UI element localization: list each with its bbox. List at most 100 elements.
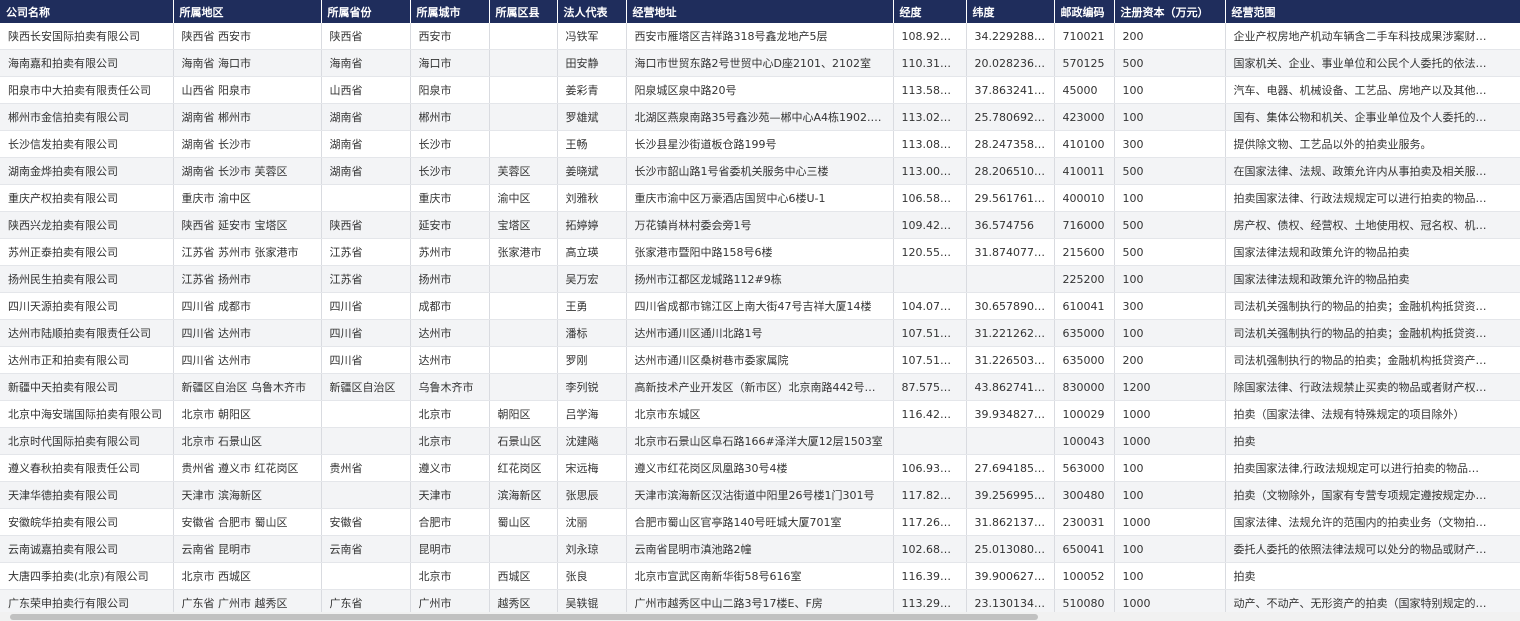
column-header-city[interactable]: 所属城市 <box>410 0 490 23</box>
latitude-cell: 28.20651081 <box>966 157 1055 185</box>
registered-capital-cell: 100 <box>1114 319 1226 347</box>
city-cell: 成都市 <box>410 292 490 320</box>
latitude-cell: 31.22650389 <box>966 346 1055 374</box>
scrollbar-thumb[interactable] <box>10 614 1038 620</box>
column-header-company-name[interactable]: 公司名称 <box>0 0 174 23</box>
business-scope-cell: 拍卖国家法律,行政法规规定可以进行拍卖的物品… <box>1225 454 1520 482</box>
province-cell <box>321 184 411 212</box>
city-cell: 昆明市 <box>410 535 490 563</box>
postcode-cell: 830000 <box>1054 373 1115 401</box>
address-cell: 北京市宣武区南新华街58号616室 <box>626 562 894 590</box>
region-cell: 江苏省 扬州市 <box>173 265 322 293</box>
address-cell: 长沙县星沙街道板仓路199号 <box>626 130 894 158</box>
address-cell: 高新技术产业开发区（新市区）北京南路442号新… <box>626 373 894 401</box>
registered-capital-cell: 200 <box>1114 346 1226 374</box>
table-row[interactable]: 陕西长安国际拍卖有限公司 陕西省 西安市 陕西省 西安市 冯铁军 西安市雁塔区吉祥路318… <box>0 23 1520 50</box>
postcode-cell: 410011 <box>1054 157 1115 185</box>
table-row[interactable]: 扬州民生拍卖有限公司 江苏省 扬州市 江苏省 扬州市 吴万宏 扬州市江都区龙城路112#9… <box>0 265 1520 293</box>
region-cell: 云南省 昆明市 <box>173 535 322 563</box>
column-header-legal-rep[interactable]: 法人代表 <box>557 0 627 23</box>
province-cell <box>321 562 411 590</box>
city-cell: 阳泉市 <box>410 76 490 104</box>
legal-rep-cell: 吴万宏 <box>557 265 627 293</box>
region-cell: 安徽省 合肥市 蜀山区 <box>173 508 322 536</box>
district-cell <box>489 265 558 293</box>
province-cell: 云南省 <box>321 535 411 563</box>
table-row[interactable]: 北京中海安瑞国际拍卖有限公司 北京市 朝阳区 北京市 朝阳区 吕学海 北京市东城区 116.… <box>0 400 1520 428</box>
column-header-address[interactable]: 经营地址 <box>626 0 894 23</box>
table-row[interactable]: 天津华德拍卖有限公司 天津市 滨海新区 天津市 滨海新区 张思辰 天津市滨海新区汉沽街道中… <box>0 481 1520 509</box>
latitude-cell: 25.78069249 <box>966 103 1055 131</box>
latitude-cell <box>966 427 1055 455</box>
table-row[interactable]: 大唐四季拍卖(北京)有限公司 北京市 西城区 北京市 西城区 张良 北京市宣武区南新华街5… <box>0 562 1520 590</box>
legal-rep-cell: 潘标 <box>557 319 627 347</box>
region-cell: 北京市 西城区 <box>173 562 322 590</box>
district-cell: 张家港市 <box>489 238 558 266</box>
table-row[interactable]: 重庆产权拍卖有限公司 重庆市 渝中区 重庆市 渝中区 刘雅秋 重庆市渝中区万豪酒店国贸中心… <box>0 184 1520 212</box>
table-row[interactable]: 达州市正和拍卖有限公司 四川省 达州市 四川省 达州市 罗刚 达州市通川区桑树巷市委家属院… <box>0 346 1520 374</box>
province-cell: 新疆区自治区 <box>321 373 411 401</box>
table-row[interactable]: 云南诚嘉拍卖有限公司 云南省 昆明市 云南省 昆明市 刘永琼 云南省昆明市滇池路2幢 102… <box>0 535 1520 563</box>
province-cell: 江苏省 <box>321 238 411 266</box>
column-header-province[interactable]: 所属省份 <box>321 0 411 23</box>
region-cell: 北京市 石景山区 <box>173 427 322 455</box>
column-header-business-scope[interactable]: 经营范围 <box>1225 0 1520 23</box>
city-cell: 扬州市 <box>410 265 490 293</box>
longitude-cell: 117.2625555 <box>893 508 967 536</box>
horizontal-scrollbar[interactable] <box>0 612 1520 621</box>
table-row[interactable]: 遵义春秋拍卖有限责任公司 贵州省 遵义市 红花岗区 贵州省 遵义市 红花岗区 宋远梅 遵义市… <box>0 454 1520 482</box>
registered-capital-cell: 200 <box>1114 23 1226 50</box>
table-row[interactable]: 陕西兴龙拍卖有限公司 陕西省 延安市 宝塔区 陕西省 延安市 宝塔区 拓婷婷 万花镇肖林村委… <box>0 211 1520 239</box>
district-cell: 渝中区 <box>489 184 558 212</box>
column-header-district[interactable]: 所属区县 <box>489 0 558 23</box>
company-name-cell: 扬州民生拍卖有限公司 <box>0 265 174 293</box>
company-name-cell: 云南诚嘉拍卖有限公司 <box>0 535 174 563</box>
column-header-region[interactable]: 所属地区 <box>173 0 322 23</box>
table-row[interactable]: 新疆中天拍卖有限公司 新疆区自治区 乌鲁木齐市 新疆区自治区 乌鲁木齐市 李列锐 高新技术… <box>0 373 1520 401</box>
column-header-postcode[interactable]: 邮政编码 <box>1054 0 1115 23</box>
table-row[interactable]: 湖南金烨拍卖有限公司 湖南省 长沙市 芙蓉区 湖南省 长沙市 芙蓉区 姜晓斌 长沙市韶山路1… <box>0 157 1520 185</box>
column-header-registered-capital[interactable]: 注册资本（万元） <box>1114 0 1226 23</box>
latitude-cell: 39.93482727 <box>966 400 1055 428</box>
latitude-cell: 37.86324149 <box>966 76 1055 104</box>
city-cell: 长沙市 <box>410 130 490 158</box>
column-header-longitude[interactable]: 经度 <box>893 0 967 23</box>
table-row[interactable]: 四川天源拍卖有限公司 四川省 成都市 四川省 成都市 王勇 四川省成都市锦江区上南大街47… <box>0 292 1520 320</box>
business-scope-cell: 国家法律法规和政策允许的物品拍卖 <box>1225 238 1520 266</box>
longitude-cell: 87.57515557 <box>893 373 967 401</box>
registered-capital-cell: 100 <box>1114 562 1226 590</box>
business-scope-cell: 拍卖国家法律、行政法规规定可以进行拍卖的物品… <box>1225 184 1520 212</box>
address-cell: 天津市滨海新区汉沽街道中阳里26号楼1门301号 <box>626 481 894 509</box>
table-row[interactable]: 海南嘉和拍卖有限公司 海南省 海口市 海南省 海口市 田安静 海口市世贸东路2号世贸中心D… <box>0 49 1520 77</box>
registered-capital-cell: 500 <box>1114 211 1226 239</box>
postcode-cell: 610041 <box>1054 292 1115 320</box>
district-cell: 红花岗区 <box>489 454 558 482</box>
longitude-cell: 113.0227164 <box>893 103 967 131</box>
registered-capital-cell: 100 <box>1114 535 1226 563</box>
province-cell: 山西省 <box>321 76 411 104</box>
city-cell: 北京市 <box>410 400 490 428</box>
longitude-cell: 120.5580013 <box>893 238 967 266</box>
legal-rep-cell: 王畅 <box>557 130 627 158</box>
latitude-cell: 31.22126216 <box>966 319 1055 347</box>
legal-rep-cell: 罗刚 <box>557 346 627 374</box>
province-cell: 陕西省 <box>321 23 411 50</box>
column-header-latitude[interactable]: 纬度 <box>966 0 1055 23</box>
table-row[interactable]: 北京时代国际拍卖有限公司 北京市 石景山区 北京市 石景山区 沈建飚 北京市石景山区阜石路… <box>0 427 1520 455</box>
region-cell: 重庆市 渝中区 <box>173 184 322 212</box>
district-cell: 芙蓉区 <box>489 157 558 185</box>
table-row[interactable]: 达州市陆顺拍卖有限责任公司 四川省 达州市 四川省 达州市 潘标 达州市通川区通川北路1号… <box>0 319 1520 347</box>
table-row[interactable]: 长沙信发拍卖有限公司 湖南省 长沙市 湖南省 长沙市 王畅 长沙县星沙街道板仓路199号 1… <box>0 130 1520 158</box>
legal-rep-cell: 刘雅秋 <box>557 184 627 212</box>
legal-rep-cell: 罗雄斌 <box>557 103 627 131</box>
business-scope-cell: 拍卖（国家法律、法规有特殊规定的项目除外） <box>1225 400 1520 428</box>
province-cell: 湖南省 <box>321 130 411 158</box>
postcode-cell: 215600 <box>1054 238 1115 266</box>
table-row[interactable]: 郴州市金信拍卖有限公司 湖南省 郴州市 湖南省 郴州市 罗雄斌 北湖区燕泉南路35号鑫沙苑… <box>0 103 1520 131</box>
business-scope-cell: 司法机强制执行的物品的拍卖；金融机构抵贷资产… <box>1225 346 1520 374</box>
table-row[interactable]: 苏州正泰拍卖有限公司 江苏省 苏州市 张家港市 江苏省 苏州市 张家港市 高立瑛 张家港市暨… <box>0 238 1520 266</box>
city-cell: 西安市 <box>410 23 490 50</box>
business-scope-cell: 拍卖 <box>1225 562 1520 590</box>
table-row[interactable]: 安徽皖华拍卖有限公司 安徽省 合肥市 蜀山区 安徽省 合肥市 蜀山区 沈丽 合肥市蜀山区官亭… <box>0 508 1520 536</box>
table-row[interactable]: 阳泉市中大拍卖有限责任公司 山西省 阳泉市 山西省 阳泉市 姜彩青 阳泉城区泉中路20号 1… <box>0 76 1520 104</box>
